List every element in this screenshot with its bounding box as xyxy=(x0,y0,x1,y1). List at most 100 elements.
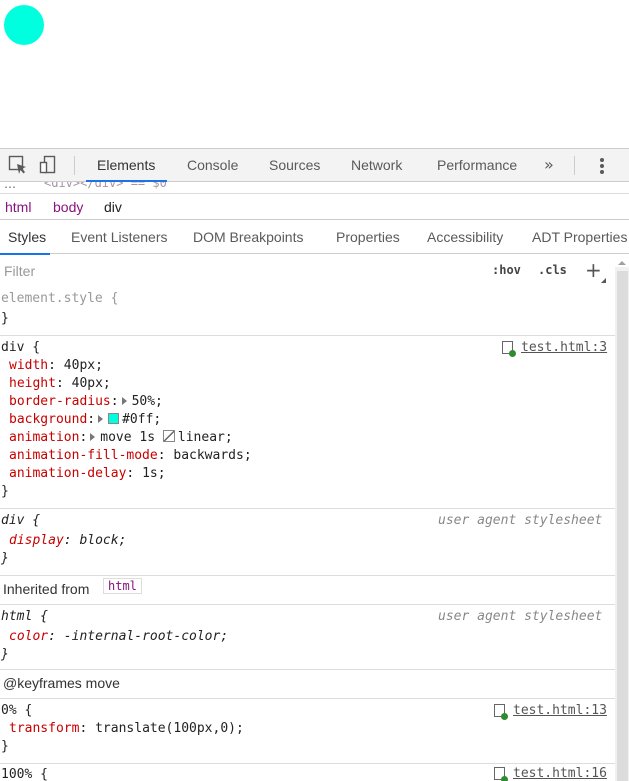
filter-input[interactable] xyxy=(4,262,404,280)
style-property[interactable]: width: 40px; xyxy=(9,357,103,375)
scroll-up-icon[interactable] xyxy=(618,261,626,265)
property-name: display xyxy=(9,533,64,548)
property-name[interactable]: width xyxy=(9,358,48,373)
rule-close-brace: } xyxy=(1,551,9,566)
property-name[interactable]: height xyxy=(9,376,56,391)
style-property: display: block; xyxy=(9,533,127,548)
property-name[interactable]: border-radius xyxy=(9,394,111,409)
property-value: -internal-root-color; xyxy=(63,629,229,644)
subtab-accessibility[interactable]: Accessibility xyxy=(427,221,503,254)
rule-close-brace: } xyxy=(1,311,9,326)
rule-selector[interactable]: div { xyxy=(1,339,40,357)
more-tabs-icon[interactable]: » xyxy=(544,149,554,182)
kebab-menu-icon[interactable] xyxy=(596,157,608,175)
property-value[interactable]: translate(100px,0); xyxy=(95,721,244,736)
expand-triangle-icon[interactable] xyxy=(90,433,96,441)
scrollbar-thumb[interactable] xyxy=(617,271,628,781)
selector-text: element.style { xyxy=(1,291,119,306)
property-value[interactable]: linear; xyxy=(178,430,233,445)
source-label: user agent stylesheet xyxy=(438,609,603,624)
subtab-dom-breakpoints[interactable]: DOM Breakpoints xyxy=(193,221,303,254)
property-value[interactable]: #0ff; xyxy=(122,412,161,427)
property-value[interactable]: 1s; xyxy=(142,466,165,481)
element-style-selector: element.style { xyxy=(1,290,118,308)
property-name[interactable]: animation-fill-mode xyxy=(9,448,158,463)
tab-elements[interactable]: Elements xyxy=(85,149,168,182)
subtab-properties[interactable]: Properties xyxy=(336,221,400,254)
inspect-element-icon[interactable] xyxy=(8,155,28,175)
rule-selector: html { xyxy=(1,609,48,624)
inherited-label: Inherited from xyxy=(3,581,90,597)
toolbar-divider xyxy=(574,156,575,175)
style-property: color: -internal-root-color; xyxy=(9,629,229,644)
property-name: color xyxy=(9,629,49,644)
source-link[interactable]: test.html:16 xyxy=(513,766,607,781)
breadcrumb-body[interactable]: body xyxy=(53,199,83,215)
dom-tree-line[interactable]: … <div></div> == $0 xyxy=(0,182,629,193)
sidebar-subtabs: Styles Event Listeners DOM Breakpoints P… xyxy=(0,221,629,255)
new-style-rule-button[interactable]: + xyxy=(585,258,602,282)
html-user-agent-rule: html { user agent stylesheet color: -int… xyxy=(0,605,615,670)
rule-close-brace: } xyxy=(1,484,9,499)
keyframe-selector[interactable]: 100% { xyxy=(1,766,48,781)
property-value[interactable]: 40px; xyxy=(64,358,103,373)
breadcrumb-div[interactable]: div xyxy=(104,199,122,215)
subtab-event-listeners[interactable]: Event Listeners xyxy=(71,221,168,254)
style-property[interactable]: transform: translate(100px,0); xyxy=(9,720,244,738)
device-toolbar-icon[interactable] xyxy=(38,155,58,175)
file-icon xyxy=(502,341,516,357)
keyframes-label: @keyframes move xyxy=(3,675,120,691)
style-property[interactable]: border-radius: 50%; xyxy=(9,393,163,411)
source-link[interactable]: test.html:3 xyxy=(521,340,607,355)
property-name[interactable]: background xyxy=(9,412,87,427)
style-property[interactable]: animation-delay: 1s; xyxy=(9,465,166,483)
dom-tree-ellipsis[interactable]: … xyxy=(4,182,17,191)
tab-performance[interactable]: Performance xyxy=(437,149,517,182)
animated-circle[interactable] xyxy=(4,5,44,45)
property-value[interactable]: move 1s xyxy=(100,430,155,445)
file-icon xyxy=(494,704,508,720)
keyframe-0-rule[interactable]: 0% { test.html:13 transform: translate(1… xyxy=(0,699,615,764)
color-swatch-icon[interactable] xyxy=(108,413,120,424)
file-icon xyxy=(494,767,508,781)
rule-selector: div { xyxy=(1,513,41,528)
tab-network[interactable]: Network xyxy=(351,149,402,182)
tab-sources[interactable]: Sources xyxy=(269,149,320,182)
devtools-panel: Elements Console Sources Network Perform… xyxy=(0,148,629,781)
new-rule-dropdown-icon[interactable] xyxy=(601,278,606,283)
source-label: user agent stylesheet xyxy=(438,513,603,528)
dom-tree-node[interactable]: <div></div> == $0 xyxy=(44,182,167,190)
property-name[interactable]: animation-delay xyxy=(9,466,126,481)
keyframe-100-rule[interactable]: 100% { test.html:16 xyxy=(0,764,615,781)
keyframe-selector[interactable]: 0% { xyxy=(1,702,32,720)
expand-triangle-icon[interactable] xyxy=(98,415,104,423)
element-style-rule[interactable]: element.style { } xyxy=(0,287,615,336)
rule-close-brace: } xyxy=(1,739,9,754)
property-value[interactable]: 40px; xyxy=(72,376,111,391)
keyframes-header: @keyframes move xyxy=(0,670,615,699)
tab-console[interactable]: Console xyxy=(187,149,238,182)
styles-pane: element.style { } div { test.html:3 widt… xyxy=(0,287,615,781)
hov-toggle[interactable]: :hov xyxy=(492,263,521,277)
cls-toggle[interactable]: .cls xyxy=(538,263,567,277)
style-property[interactable]: height: 40px; xyxy=(9,375,111,393)
style-property[interactable]: animation-fill-mode: backwards; xyxy=(9,447,252,465)
div-style-rule[interactable]: div { test.html:3 width: 40px; height: 4… xyxy=(0,336,615,509)
source-link[interactable]: test.html:13 xyxy=(513,703,607,718)
rule-close-brace: } xyxy=(1,647,9,662)
subtab-styles[interactable]: Styles xyxy=(0,221,51,255)
easing-editor-icon[interactable] xyxy=(162,430,175,442)
property-value[interactable]: 50%; xyxy=(132,394,163,409)
div-user-agent-rule: div { user agent stylesheet display: blo… xyxy=(0,509,615,576)
expand-triangle-icon[interactable] xyxy=(121,397,127,405)
inherited-tag-link[interactable]: html xyxy=(103,578,142,594)
subtab-adt-properties[interactable]: ADT Properties xyxy=(532,221,627,254)
styles-filter-bar: :hov .cls + xyxy=(0,255,615,287)
property-value: block; xyxy=(79,533,127,548)
property-name[interactable]: animation xyxy=(9,430,79,445)
property-value[interactable]: backwards; xyxy=(173,448,251,463)
property-name[interactable]: transform xyxy=(9,721,79,736)
breadcrumb-html[interactable]: html xyxy=(5,199,31,215)
style-property[interactable]: background: #0ff; xyxy=(9,411,161,429)
style-property[interactable]: animation: move 1s linear; xyxy=(9,429,233,447)
